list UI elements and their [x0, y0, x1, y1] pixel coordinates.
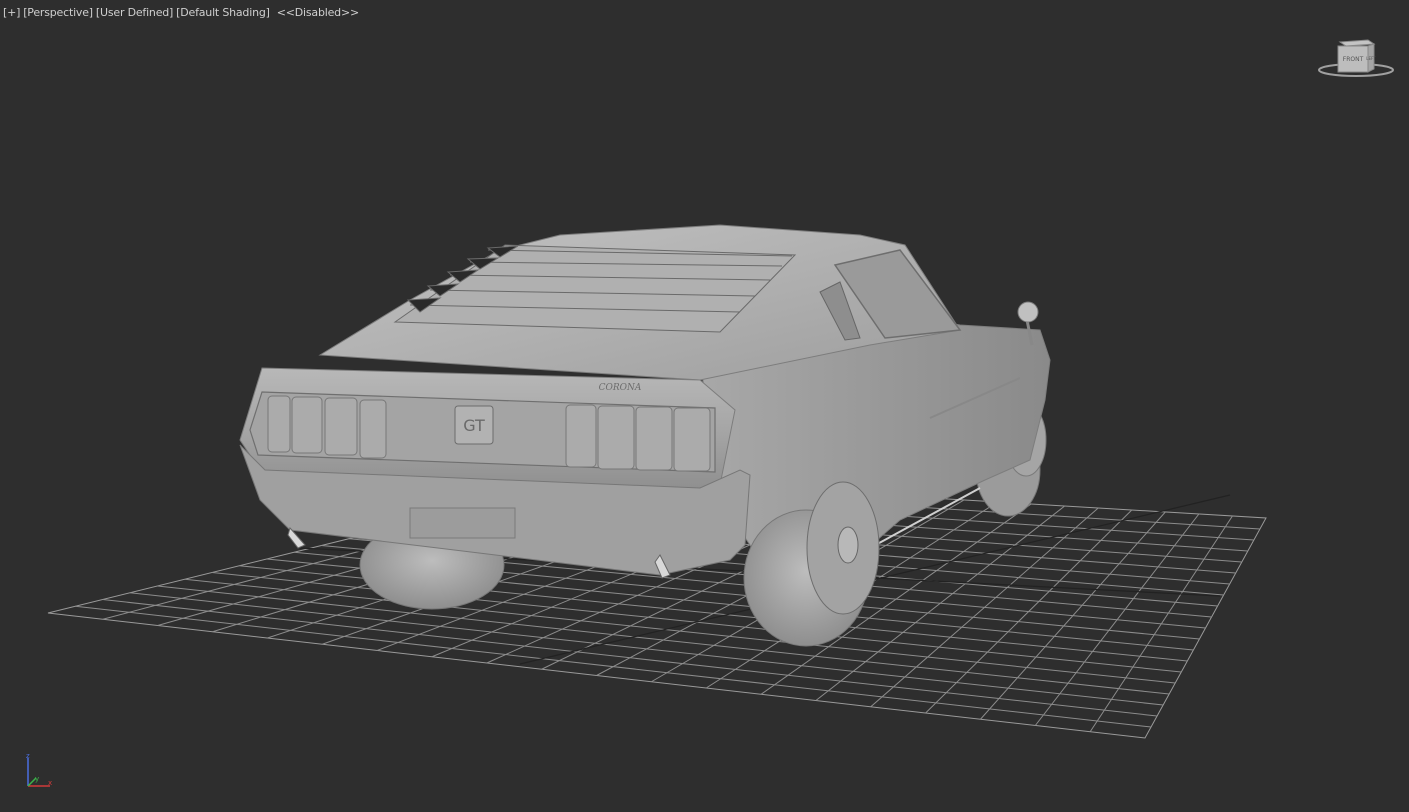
axis-y-label: y — [35, 775, 39, 783]
grid-line — [184, 578, 1176, 684]
axis-z-label: z — [26, 752, 30, 760]
scene-render[interactable]: GT CORONA — [0, 0, 1409, 812]
viewcube-side-label: LEFT — [1366, 56, 1376, 61]
grid-line — [102, 599, 1158, 717]
axis-x-label: x — [48, 779, 52, 787]
car-model[interactable]: GT CORONA — [239, 224, 1051, 647]
gt-badge-text: GT — [463, 416, 485, 435]
viewcube-top-face[interactable] — [1338, 39, 1376, 47]
viewcube-front-label: FRONT — [1343, 56, 1364, 63]
side-mirror — [1017, 301, 1039, 323]
car-script-emblem: CORONA — [599, 383, 642, 393]
axis-tripod: z x y — [26, 752, 52, 787]
grid-line — [157, 585, 1170, 695]
3d-viewport[interactable]: [+] [Perspective] [User Defined] [Defaul… — [0, 0, 1409, 812]
viewcube[interactable]: FRONT LEFT — [1316, 36, 1396, 82]
